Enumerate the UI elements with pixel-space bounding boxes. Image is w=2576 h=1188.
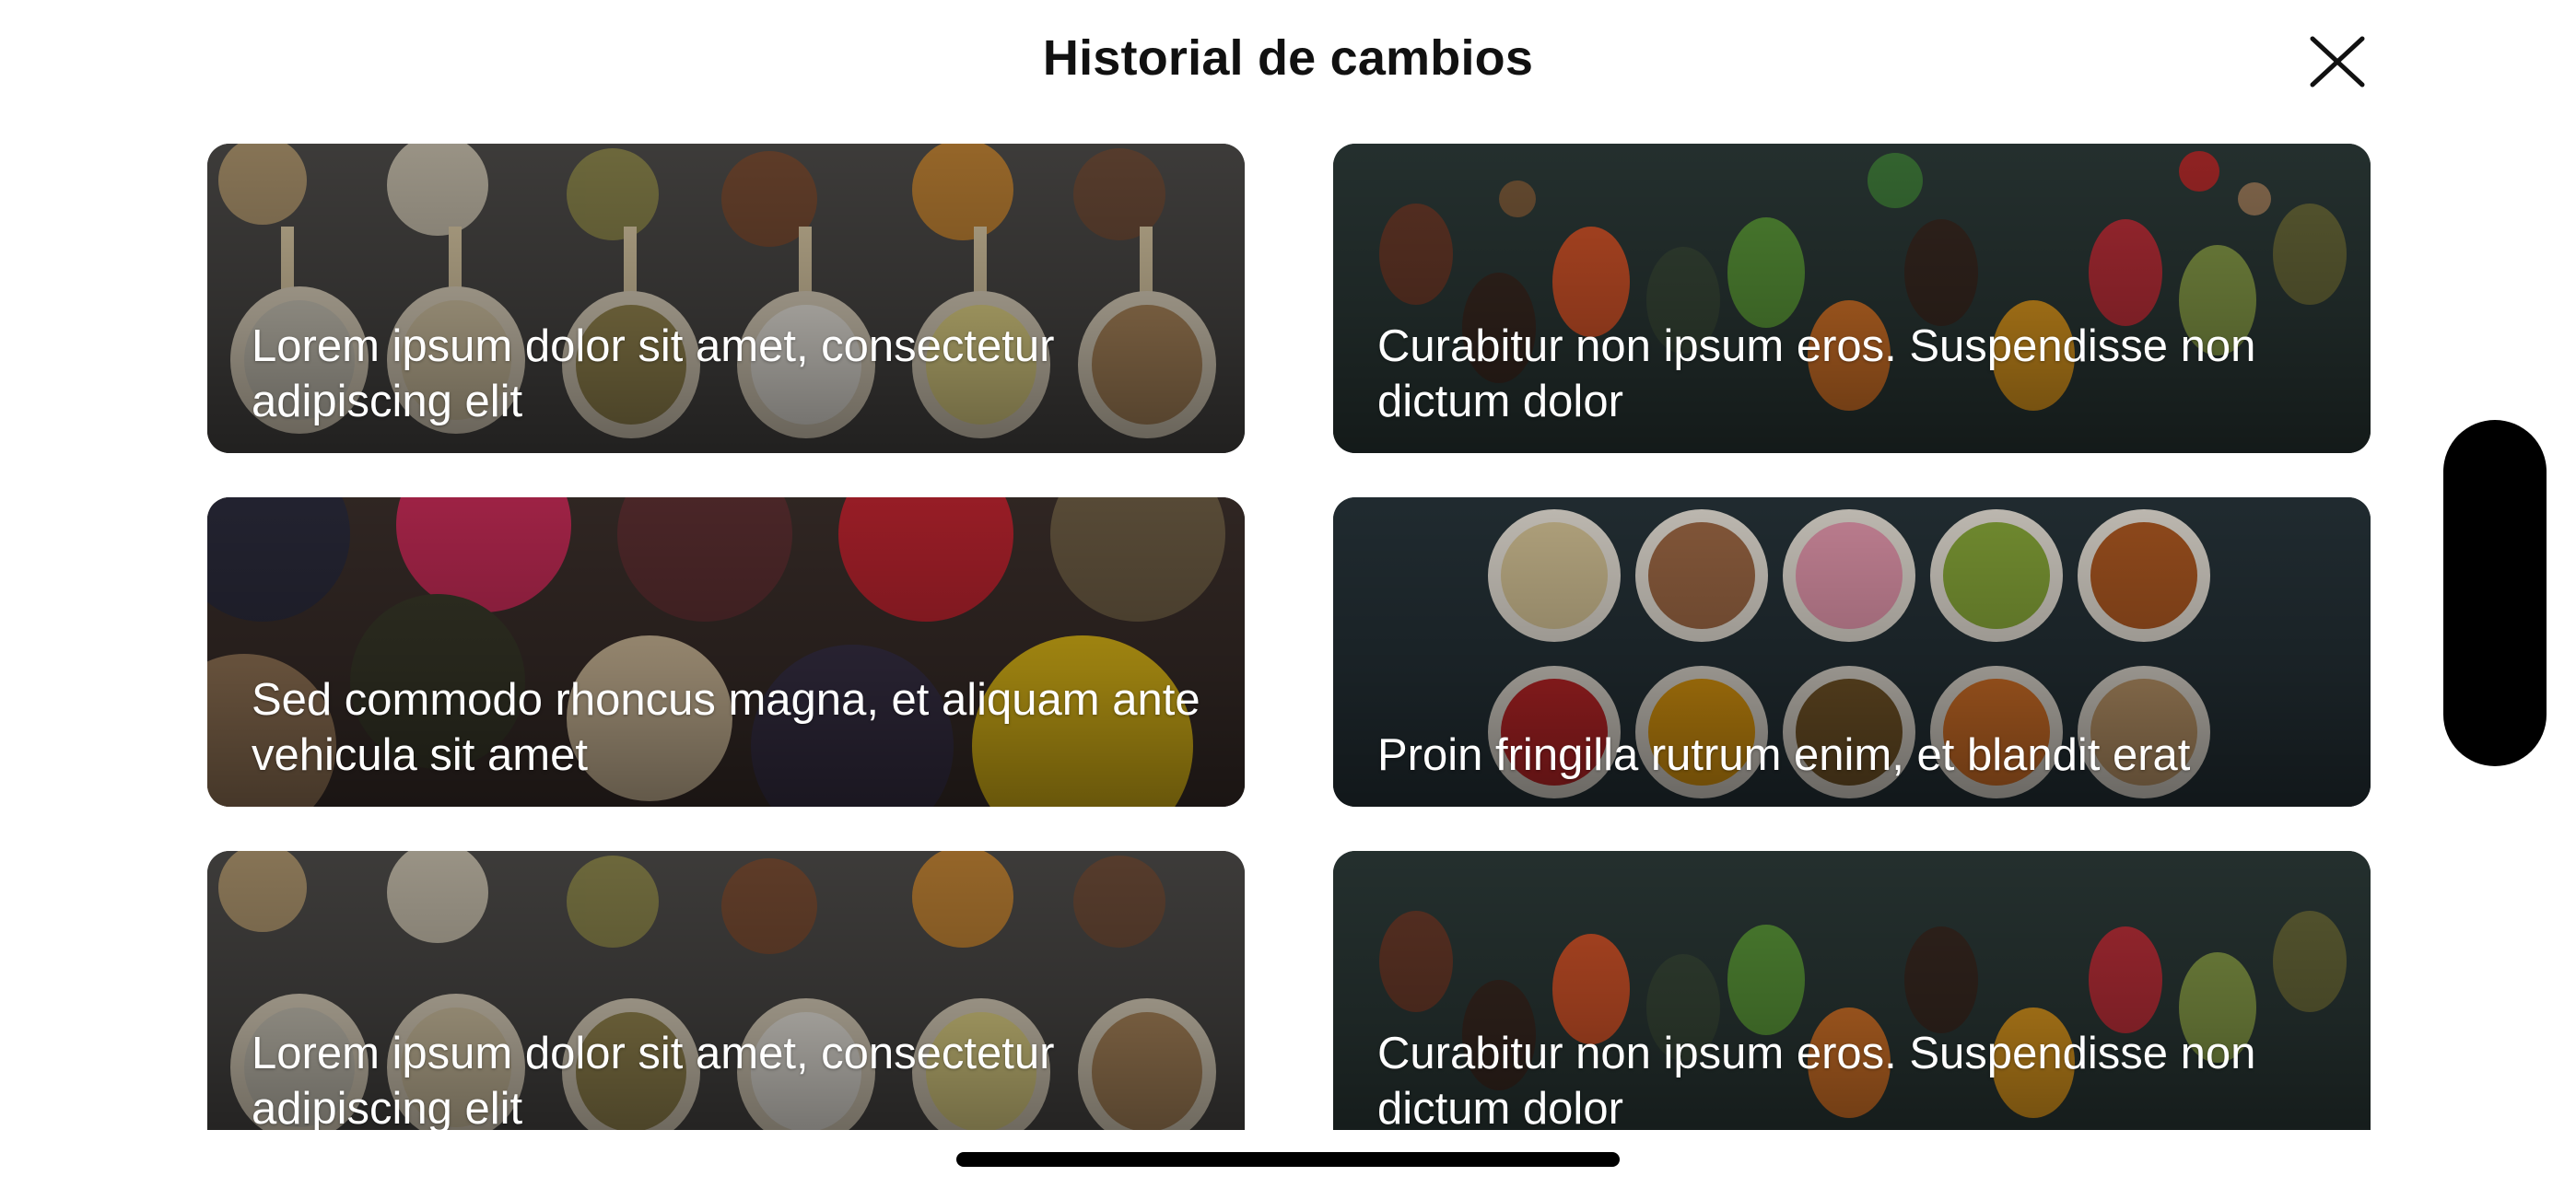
close-button[interactable] <box>2307 35 2368 88</box>
changelog-card[interactable]: Lorem ipsum dolor sit amet, consectetur … <box>207 851 1245 1130</box>
card-caption: Lorem ipsum dolor sit amet, consectetur … <box>252 1029 1055 1130</box>
side-scroll-handle[interactable] <box>2443 420 2547 766</box>
card-caption: Sed commodo rhoncus magna, et aliquam an… <box>252 675 1200 780</box>
changelog-list[interactable]: Lorem ipsum dolor sit amet, consectetur … <box>0 144 2576 1130</box>
card-caption: Curabitur non ipsum eros. Suspendisse no… <box>1377 1029 2256 1130</box>
close-icon <box>2310 36 2365 87</box>
card-caption: Proin fringilla rutrum enim, et blandit … <box>1377 730 2191 780</box>
changelog-card[interactable]: Curabitur non ipsum eros. Suspendisse no… <box>1333 144 2371 453</box>
changelog-card[interactable]: Proin fringilla rutrum enim, et blandit … <box>1333 497 2371 807</box>
card-caption: Lorem ipsum dolor sit amet, consectetur … <box>252 321 1055 426</box>
card-caption: Curabitur non ipsum eros. Suspendisse no… <box>1377 321 2256 426</box>
page-title: Historial de cambios <box>1042 30 1534 86</box>
changelog-card[interactable]: Lorem ipsum dolor sit amet, consectetur … <box>207 144 1245 453</box>
changelog-card[interactable]: Curabitur non ipsum eros. Suspendisse no… <box>1333 851 2371 1130</box>
home-indicator[interactable] <box>956 1152 1620 1167</box>
changelog-card[interactable]: Sed commodo rhoncus magna, et aliquam an… <box>207 497 1245 807</box>
changelog-screen: Historial de cambios Lorem ipsum dolor s… <box>0 0 2576 1188</box>
